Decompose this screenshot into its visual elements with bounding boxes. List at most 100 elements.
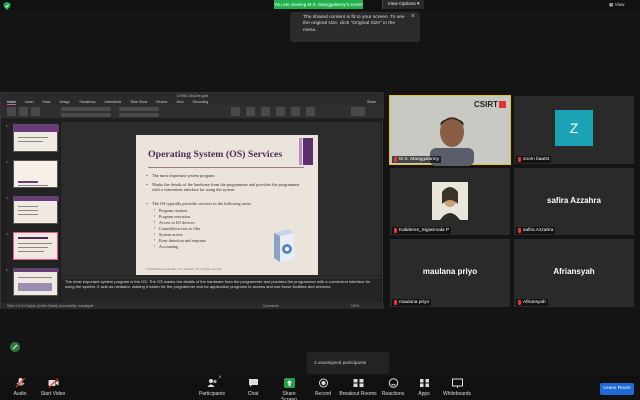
shapes-icon[interactable] [261, 107, 270, 116]
start-video-button[interactable]: Start Video [36, 378, 70, 397]
chat-button[interactable]: Chat [243, 378, 263, 397]
reactions-icon [388, 378, 398, 388]
name-text: Afriansyah [523, 300, 546, 305]
comments-button[interactable]: Comments [263, 303, 278, 309]
video-tile-maulana[interactable]: maulana priyo maulana priyo [389, 238, 511, 308]
slide-thumbnail[interactable] [13, 268, 59, 296]
new-slide-icon[interactable] [31, 107, 40, 116]
logo-text: CSIRT [474, 100, 498, 109]
audio-button[interactable]: Audio [8, 378, 32, 397]
unassigned-participants-notice[interactable]: 3 unassigned participants [307, 352, 389, 374]
participant-name: maulana priyo [392, 299, 432, 306]
slide-accent-bar [303, 138, 313, 165]
annotate-pen-icon[interactable] [10, 342, 20, 352]
view-button[interactable]: ▦ View [609, 1, 637, 9]
name-text: maulana priyo [399, 300, 430, 305]
slide-thumbnail[interactable] [13, 124, 59, 152]
video-label: Start Video [40, 391, 66, 397]
share-screen-button[interactable]: Share Screen [274, 378, 304, 400]
record-button[interactable]: Record [312, 378, 334, 397]
paste-icon[interactable] [7, 107, 16, 116]
current-slide[interactable]: Operating System (OS) Services The most … [136, 135, 318, 275]
sub-bullet-item: Program creation [154, 208, 187, 213]
apps-icon [419, 379, 429, 387]
video-tile-speaker[interactable]: CSIRT M.S. Manggalanny [389, 95, 511, 166]
font-select[interactable] [61, 107, 111, 111]
slide-thumbnail-selected[interactable] [13, 232, 58, 260]
participant-name: M.S. Manggalanny [392, 156, 441, 163]
breakout-rooms-button[interactable]: Breakout Rooms [338, 378, 378, 397]
arrange-icon[interactable] [291, 107, 300, 116]
mic-muted-icon [394, 157, 397, 162]
fit-to-screen-tooltip: The shared content is fit to your screen… [290, 12, 420, 42]
close-icon[interactable]: × [411, 13, 415, 20]
share-screen-icon [283, 378, 295, 388]
speaker-notes[interactable]: The most important system program is the… [61, 277, 381, 303]
bullet-item: The most important system program [146, 173, 306, 178]
slide-number: 2 [6, 160, 8, 164]
slide-number: 1 [6, 124, 8, 128]
convert-to-smartart-icon[interactable] [231, 107, 240, 116]
video-tile-afriansyah[interactable]: Afriansyah Afriansyah [513, 238, 635, 308]
apps-button[interactable]: Apps [415, 378, 433, 397]
participant-photo [432, 182, 468, 220]
view-label: View [614, 2, 625, 7]
slide-accent-stripe [299, 138, 302, 165]
quick-styles-icon[interactable] [306, 107, 315, 116]
participant-name: Kalideres_Sigiwimala P [392, 227, 452, 234]
mic-muted-icon [394, 228, 397, 233]
zoom-level[interactable]: 100% [351, 303, 359, 309]
slide-divider [148, 167, 304, 168]
chevron-down-icon: ▾ [417, 2, 420, 7]
participant-display-name: maulana priyo [422, 267, 478, 276]
sub-bullet-item: Controlled access to files [154, 226, 200, 231]
picture-icon[interactable] [246, 107, 255, 116]
chat-icon [248, 379, 258, 387]
slide-thumbnail[interactable] [13, 160, 58, 188]
sharing-banner: You are viewing M.S. Manggalanny's scree… [274, 0, 363, 9]
text-box-icon[interactable] [276, 107, 285, 116]
leave-room-button[interactable]: Leave Room [600, 383, 634, 395]
status-text: Slide 4 of 33 English (United States) Ac… [7, 304, 94, 308]
slide-editor: Operating System (OS) Services The most … [61, 122, 381, 276]
participant-name: Afriansyah [516, 299, 548, 306]
tooltip-text: The shared content is fit to your screen… [303, 15, 405, 33]
whiteboard-icon [451, 378, 463, 388]
participants-label: Participants [198, 391, 226, 397]
slide-number: 4 [6, 232, 8, 236]
slide-thumbnail[interactable] [13, 196, 59, 224]
sub-bullet-item: Program execution [154, 214, 190, 219]
sub-bullet-item: System access [154, 232, 183, 237]
slide-title: Operating System (OS) Services [148, 149, 283, 160]
participants-button[interactable]: Participants 6 [196, 375, 228, 397]
avatar: Z [555, 110, 593, 146]
slide-thumbnails: 1 2 3 4 5 [6, 122, 59, 305]
name-text: zoom baa04 [523, 157, 550, 162]
paragraph-controls[interactable] [119, 107, 159, 111]
security-shield-icon[interactable] [3, 2, 11, 10]
reactions-button[interactable]: Reactions [380, 378, 406, 397]
record-icon [318, 378, 328, 388]
whiteboards-label: Whiteboards [442, 391, 472, 397]
participant-display-name: safira Azzahra [547, 196, 601, 205]
video-tile-safira[interactable]: safira Azzahra safira Azzahra [513, 167, 635, 236]
view-options-button[interactable]: View Options ▾ [382, 0, 424, 9]
whiteboards-button[interactable]: Whiteboards [442, 378, 472, 397]
mic-muted-icon [518, 300, 521, 305]
sub-bullet-item: Error detection and response [154, 238, 206, 243]
cut-icon[interactable] [19, 107, 28, 116]
alignment-controls[interactable] [119, 113, 159, 117]
software-box-image [274, 229, 294, 262]
view-options-label: View Options [387, 2, 416, 7]
video-tile-kalideres[interactable]: Kalideres_Sigiwimala P [389, 167, 511, 236]
apps-label: Apps [418, 391, 430, 397]
mic-muted-icon [394, 300, 397, 305]
breakout-label: Breakout Rooms [339, 391, 377, 397]
designer-icon[interactable] [351, 107, 365, 116]
mic-muted-icon [15, 378, 25, 388]
audio-label: Audio [13, 391, 27, 397]
font-style-controls[interactable] [61, 113, 111, 117]
slide-number: 3 [6, 196, 8, 200]
record-label: Record [314, 391, 332, 397]
csirt-logo: CSIRT [474, 100, 506, 109]
